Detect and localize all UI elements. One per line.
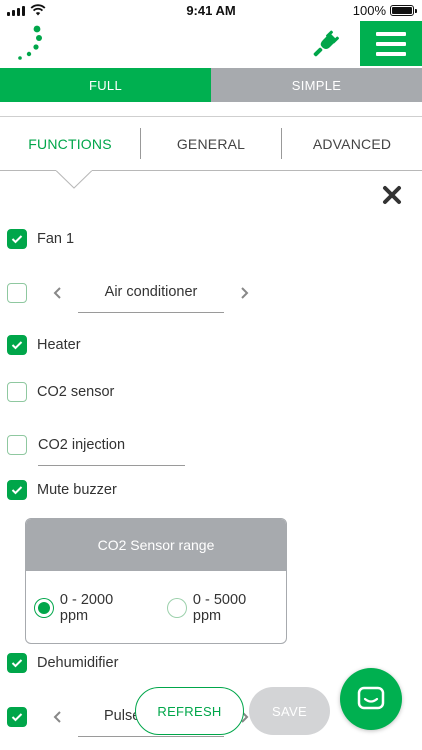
- function-row-heater: Heater: [7, 335, 81, 355]
- mute-buzzer-label: Mute buzzer: [37, 482, 117, 498]
- co2-sensor-label: CO2 sensor: [37, 384, 115, 400]
- hamburger-menu-icon: [376, 31, 406, 36]
- close-icon[interactable]: [382, 185, 402, 205]
- heater-label: Heater: [37, 337, 81, 353]
- air-conditioner-checkbox[interactable]: [7, 283, 27, 303]
- dehumidifier-label: Dehumidifier: [37, 655, 119, 671]
- range-5000-radio[interactable]: [167, 598, 187, 618]
- checkmark-icon: [11, 235, 23, 244]
- refresh-button[interactable]: REFRESH: [135, 687, 244, 735]
- heater-checkbox[interactable]: [7, 335, 27, 355]
- checkmark-icon: [11, 659, 23, 668]
- function-row-fan1: Fan 1: [7, 229, 74, 249]
- co2-sensor-checkbox[interactable]: [7, 382, 27, 402]
- function-row-air-conditioner: [7, 283, 27, 303]
- tab-general[interactable]: GENERAL: [140, 128, 281, 159]
- checkmark-icon: [11, 486, 23, 495]
- save-button[interactable]: SAVE: [249, 687, 330, 735]
- chevron-right-icon[interactable]: [237, 286, 251, 300]
- section-tabs: FUNCTIONS GENERAL ADVANCED: [0, 116, 422, 171]
- chevron-left-icon[interactable]: [51, 710, 65, 724]
- dotted-arc-logo: [18, 25, 42, 60]
- tab-functions[interactable]: FUNCTIONS: [0, 117, 140, 170]
- tab-full[interactable]: FULL: [0, 68, 211, 102]
- fan1-label: Fan 1: [37, 231, 75, 247]
- range-2000-radio[interactable]: [34, 598, 54, 618]
- co2-range-title: CO2 Sensor range: [26, 519, 286, 571]
- co2-injection-checkbox[interactable]: [7, 435, 27, 455]
- battery-percent: 100%: [352, 3, 386, 18]
- tab-simple[interactable]: SIMPLE: [211, 68, 422, 102]
- chat-button[interactable]: [340, 668, 402, 730]
- function-row-co2-sensor: CO2 sensor: [7, 382, 114, 402]
- range-5000-label[interactable]: 0 - 5000 ppm: [193, 592, 278, 624]
- mute-buzzer-checkbox[interactable]: [7, 480, 27, 500]
- mode-tabs: FULL SIMPLE: [0, 68, 422, 102]
- function-row-co2-injection: CO2 injection: [7, 435, 125, 455]
- range-2000-label[interactable]: 0 - 2000 ppm: [60, 592, 145, 624]
- menu-button[interactable]: [360, 21, 422, 66]
- pulse-checkbox[interactable]: [7, 707, 27, 727]
- plug-icon[interactable]: [312, 28, 342, 58]
- air-conditioner-select[interactable]: Air conditioner: [78, 284, 224, 300]
- function-row-mute-buzzer: Mute buzzer: [7, 480, 117, 500]
- checkmark-icon: [11, 713, 23, 722]
- select-underline: [78, 736, 224, 737]
- status-bar: 9:41 AM 100%: [0, 0, 422, 22]
- checkmark-icon: [11, 341, 23, 350]
- function-row-pulse: [7, 707, 27, 727]
- fan1-checkbox[interactable]: [7, 229, 27, 249]
- tab-advanced[interactable]: ADVANCED: [281, 128, 422, 159]
- dehumidifier-checkbox[interactable]: [7, 653, 27, 673]
- co2-injection-label[interactable]: CO2 injection: [38, 437, 125, 453]
- co2-range-options: 0 - 2000 ppm 0 - 5000 ppm: [26, 571, 286, 643]
- active-tab-indicator: [56, 170, 92, 189]
- co2-range-card: CO2 Sensor range 0 - 2000 ppm 0 - 5000 p…: [25, 518, 287, 644]
- select-underline: [78, 312, 224, 313]
- battery-icon: [390, 5, 417, 16]
- input-underline: [38, 465, 185, 466]
- chat-icon: [357, 686, 385, 710]
- function-row-dehumidifier: Dehumidifier: [7, 653, 118, 673]
- chevron-left-icon[interactable]: [51, 286, 65, 300]
